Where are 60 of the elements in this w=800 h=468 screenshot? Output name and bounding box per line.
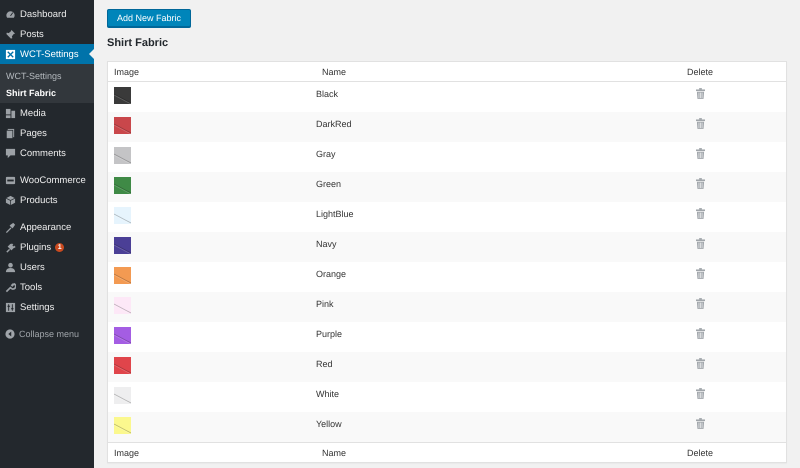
trash-icon[interactable] [696, 328, 704, 339]
collapse-menu-button[interactable]: Collapse menu [0, 324, 94, 344]
fabric-name: White [316, 389, 340, 399]
menu-item[interactable]: Pages [0, 123, 94, 143]
pin-icon [5, 28, 16, 40]
box-icon [5, 194, 16, 206]
submenu-item[interactable]: Shirt Fabric [0, 84, 94, 101]
add-new-fabric-button[interactable]: Add New Fabric [107, 9, 192, 27]
trash-icon[interactable] [696, 268, 704, 279]
trash-icon[interactable] [696, 418, 704, 429]
fabric-name: LightBlue [316, 209, 354, 219]
submenu-item[interactable]: WCT-Settings [0, 67, 94, 84]
column-header: Name [321, 66, 346, 76]
fabric-name: Red [316, 359, 333, 369]
column-footer: Image [108, 448, 140, 458]
wrench-icon [5, 282, 16, 292]
collapse-icon [5, 329, 15, 339]
column-header: Delete [686, 66, 713, 76]
fabric-name: Navy [316, 239, 337, 249]
column-footer: Delete [686, 448, 713, 458]
menu-item[interactable]: Users [0, 257, 94, 277]
plug-icon [5, 242, 16, 252]
menu-item[interactable]: WooCommerce [0, 170, 94, 190]
speech-bubble-icon [5, 148, 16, 158]
sliders-icon [5, 302, 16, 312]
trash-icon[interactable] [696, 88, 704, 99]
fabric-name: Green [316, 179, 342, 189]
menu-item[interactable]: Appearance [0, 217, 94, 237]
fabric-name: Yellow [316, 419, 342, 429]
trash-icon[interactable] [696, 118, 704, 129]
dashboard-icon [5, 8, 16, 20]
column-header: Image [113, 66, 140, 76]
brush-icon [5, 222, 16, 232]
menu-item[interactable]: WCT-Settings [0, 44, 94, 64]
fabric-name: Pink [316, 299, 334, 309]
trash-icon[interactable] [696, 358, 704, 369]
fabric-name: Orange [316, 269, 346, 279]
menu-item[interactable]: Products [0, 190, 94, 210]
trash-icon[interactable] [696, 208, 704, 219]
menu-item[interactable]: Posts [0, 24, 94, 44]
fabric-name: DarkRed [316, 119, 352, 129]
fabric-name: Black [316, 89, 338, 99]
fabric-name: Purple [316, 329, 342, 339]
menu-item[interactable]: Tools [0, 277, 94, 297]
user-icon [5, 262, 16, 272]
menu-item[interactable]: Settings [0, 297, 94, 317]
menu-item[interactable]: Dashboard [0, 4, 94, 24]
trash-icon[interactable] [696, 388, 704, 399]
page-heading: Shirt Fabric [107, 37, 168, 49]
trash-icon[interactable] [696, 148, 704, 159]
menu-item[interactable]: Media [0, 103, 94, 123]
trash-icon[interactable] [696, 298, 704, 309]
trash-icon[interactable] [696, 178, 704, 189]
cross-icon [5, 48, 16, 60]
pages-icon [5, 128, 16, 138]
column-footer: Name [316, 448, 346, 458]
trash-icon[interactable] [696, 238, 704, 249]
media-icon [5, 108, 16, 118]
menu-item[interactable]: Comments [0, 143, 94, 163]
fabric-name: Gray [316, 149, 336, 159]
